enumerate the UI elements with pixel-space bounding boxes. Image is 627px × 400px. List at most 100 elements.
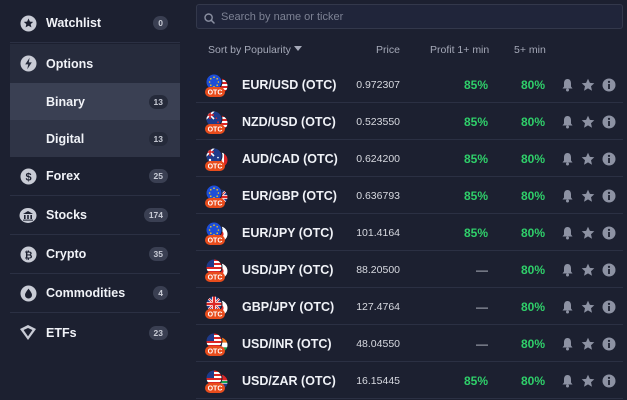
count-badge: 0 [153, 16, 168, 30]
info-icon[interactable] [601, 299, 616, 314]
asset-price: 88.20500 [356, 264, 400, 276]
sidebar-item-label: Commodities [46, 286, 126, 300]
info-icon[interactable] [601, 114, 616, 129]
search-input[interactable] [221, 8, 611, 26]
etf-icon [19, 324, 37, 342]
count-badge: 35 [148, 247, 168, 261]
profit-5min: 80% [520, 115, 545, 129]
info-icon[interactable] [601, 373, 616, 388]
row-actions [560, 225, 618, 241]
sidebar-item-crypto[interactable]: ₿ Crypto 35 [10, 235, 180, 274]
bell-icon[interactable] [560, 225, 575, 240]
sidebar: Watchlist 0 Options Binary 13 Digital 13… [0, 0, 190, 400]
star-icon[interactable] [580, 299, 595, 314]
sidebar-subitem-label: Binary [46, 94, 85, 109]
table-row[interactable]: OTC NZD/USD (OTC) 0.523550 85% 80% [196, 104, 623, 140]
table-row[interactable]: OTC USD/ZAR (OTC) 16.15445 85% 80% [196, 363, 623, 399]
table-row[interactable]: OTC EUR/GBP (OTC) 0.636793 85% 80% [196, 178, 623, 214]
asset-name: EUR/USD (OTC) [242, 78, 337, 92]
bell-icon[interactable] [560, 336, 575, 351]
otc-badge: OTC [208, 275, 223, 282]
asset-name: EUR/GBP (OTC) [242, 189, 337, 203]
sidebar-subitem-digital[interactable]: Digital 13 [10, 120, 180, 157]
bell-icon[interactable] [560, 262, 575, 277]
star-icon[interactable] [580, 77, 595, 92]
profit-5min: 80% [520, 226, 545, 240]
sidebar-item-forex[interactable]: $ Forex 25 [10, 157, 180, 196]
sidebar-item-commodities[interactable]: Commodities 4 [10, 274, 180, 313]
asset-price: 0.523550 [356, 116, 400, 128]
star-icon[interactable] [580, 151, 595, 166]
bell-icon[interactable] [560, 299, 575, 314]
info-icon[interactable] [601, 225, 616, 240]
bell-icon[interactable] [560, 114, 575, 129]
info-icon[interactable] [601, 151, 616, 166]
otc-badge: OTC [208, 164, 223, 171]
table-row[interactable]: OTC USD/JPY (OTC) 88.20500 — 80% [196, 252, 623, 288]
profit-1min: 85% [463, 115, 488, 129]
sidebar-item-label: Watchlist [46, 16, 102, 30]
row-actions [560, 373, 618, 389]
table-row[interactable]: OTC EUR/JPY (OTC) 101.4164 85% 80% [196, 215, 623, 251]
count-badge: 13 [148, 94, 168, 109]
row-actions [560, 188, 618, 204]
profit-5min: 80% [520, 374, 545, 388]
asset-name: EUR/JPY (OTC) [242, 226, 334, 240]
profit-5min: 80% [520, 263, 545, 277]
row-actions [560, 336, 618, 352]
otc-badge: OTC [208, 201, 223, 208]
sidebar-item-watchlist[interactable]: Watchlist 0 [10, 4, 180, 43]
assets-panel: Sort by Popularity Price Profit 1+ min 5… [196, 0, 627, 400]
otc-badge: OTC [208, 312, 223, 319]
column-header-profit-5min: 5+ min [514, 44, 546, 56]
star-icon[interactable] [580, 225, 595, 240]
row-actions [560, 77, 618, 93]
asset-name: USD/ZAR (OTC) [242, 374, 336, 388]
count-badge: 174 [143, 208, 168, 222]
column-header-profit-1min: Profit 1+ min [430, 44, 490, 56]
bitcoin-icon: ₿ [19, 245, 37, 263]
asset-price: 48.04550 [356, 338, 400, 350]
info-icon[interactable] [601, 336, 616, 351]
otc-badge: OTC [208, 386, 223, 393]
sidebar-subitem-binary[interactable]: Binary 13 [10, 83, 180, 120]
currency-pair-flags-icon: OTC [205, 110, 229, 134]
info-icon[interactable] [601, 188, 616, 203]
bell-icon[interactable] [560, 151, 575, 166]
currency-pair-flags-icon: OTC [205, 295, 229, 319]
asset-name: USD/INR (OTC) [242, 337, 332, 351]
table-row[interactable]: OTC GBP/JPY (OTC) 127.4764 — 80% [196, 289, 623, 325]
star-icon[interactable] [580, 262, 595, 277]
sidebar-item-stocks[interactable]: Stocks 174 [10, 196, 180, 235]
asset-price: 0.636793 [356, 190, 400, 202]
star-icon[interactable] [580, 188, 595, 203]
sort-dropdown[interactable]: Sort by Popularity [208, 44, 302, 56]
dollar-coin-icon: $ [19, 167, 37, 185]
table-row[interactable]: OTC EUR/USD (OTC) 0.972307 85% 80% [196, 67, 623, 103]
otc-badge: OTC [208, 127, 223, 134]
profit-1min: — [476, 337, 488, 351]
bell-icon[interactable] [560, 77, 575, 92]
star-icon[interactable] [580, 114, 595, 129]
info-icon[interactable] [601, 262, 616, 277]
sidebar-item-label: Options [46, 56, 94, 71]
star-icon[interactable] [580, 336, 595, 351]
currency-pair-flags-icon: OTC [205, 332, 229, 356]
bell-icon[interactable] [560, 188, 575, 203]
row-actions [560, 299, 618, 315]
profit-1min: 85% [463, 226, 488, 240]
table-row[interactable]: OTC USD/INR (OTC) 48.04550 — 80% [196, 326, 623, 362]
sidebar-item-etfs[interactable]: ETFs 23 [10, 313, 180, 352]
star-icon[interactable] [580, 373, 595, 388]
bell-icon[interactable] [560, 373, 575, 388]
table-row[interactable]: OTC AUD/CAD (OTC) 0.624200 85% 80% [196, 141, 623, 177]
info-icon[interactable] [601, 77, 616, 92]
currency-pair-flags-icon: OTC [205, 369, 229, 393]
asset-name: NZD/USD (OTC) [242, 115, 336, 129]
sidebar-item-options[interactable]: Options [10, 44, 180, 83]
currency-pair-flags-icon: OTC [205, 184, 229, 208]
asset-price: 0.972307 [356, 79, 400, 91]
currency-pair-flags-icon: OTC [205, 258, 229, 282]
profit-1min: 85% [463, 189, 488, 203]
asset-price: 0.624200 [356, 153, 400, 165]
